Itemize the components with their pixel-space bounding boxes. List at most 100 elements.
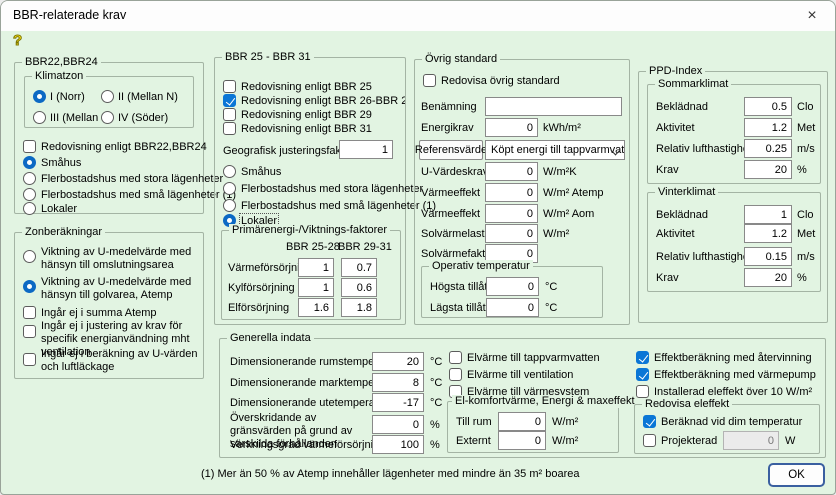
unit-label: m/s — [797, 143, 815, 156]
vinter-lufthastighet-input[interactable]: 0.15 — [744, 247, 792, 266]
chevron-down-icon — [611, 147, 619, 155]
checkbox-redovisning-bbr31[interactable] — [223, 122, 236, 135]
checkbox-label: Projekterad — [661, 435, 717, 448]
radio-klimatzon-4[interactable] — [101, 111, 114, 124]
radio-viktning-golvarea[interactable] — [23, 280, 36, 293]
panel-title: Operativ temperatur — [429, 260, 533, 273]
checkbox-ingar-ej-berakning[interactable] — [23, 353, 36, 366]
checkbox-ingar-ej-justering[interactable] — [23, 325, 36, 338]
panel-bbr22-bbr24: BBR22,BBR24 Klimatzon I (Norr) II (Mella… — [14, 62, 204, 214]
panel-sommarklimat: Sommarklimat Beklädnad 0.5 Clo Aktivitet… — [647, 84, 821, 184]
checkbox-effekt-atervinning[interactable] — [636, 351, 649, 364]
externt-input[interactable]: 0 — [498, 431, 546, 450]
geografisk-justeringsfaktor-input[interactable]: 1 — [339, 140, 393, 159]
projekterad-input[interactable]: 0 — [723, 431, 779, 450]
unit-label: Met — [797, 122, 815, 135]
radio-flerbostadshus-stora[interactable] — [223, 182, 236, 195]
hogsta-tillatna-input[interactable]: 0 — [486, 277, 539, 296]
row-label: Aktivitet — [656, 122, 695, 135]
vinter-aktivitet-input[interactable]: 1.2 — [744, 224, 792, 243]
unit-label: W — [785, 435, 795, 448]
radio-flerbostadshus-sma[interactable] — [23, 188, 36, 201]
sommar-krav-input[interactable]: 20 — [744, 160, 792, 179]
close-icon[interactable]: × — [789, 1, 835, 31]
marktemperatur-input[interactable]: 8 — [372, 373, 424, 392]
dialog-title: BBR-relaterade krav — [13, 8, 126, 22]
checkbox-label: Elvärme till tappvarmvatten — [467, 352, 600, 365]
verkningsgrad-input[interactable]: 100 — [372, 435, 424, 454]
row-label: Elförsörjning — [228, 302, 289, 315]
varmeforsorjning-bbr2528-input[interactable]: 1 — [298, 258, 334, 277]
elforsorjning-bbr2931-input[interactable]: 1.8 — [341, 298, 377, 317]
vinter-bekladnad-input[interactable]: 1 — [744, 205, 792, 224]
panel-title: Övrig standard — [422, 53, 500, 66]
unit-label: Clo — [797, 209, 814, 222]
unit-label: Met — [797, 228, 815, 241]
row-label: Aktivitet — [656, 228, 695, 241]
column-header: BBR 25-28 — [286, 241, 340, 254]
radio-label: Viktning av U-medelvärde med hänsyn till… — [41, 276, 196, 302]
radio-klimatzon-2[interactable] — [101, 90, 114, 103]
radio-label: Viktning av U-medelvärde med hänsyn till… — [41, 246, 196, 272]
checkbox-projekterad[interactable] — [643, 434, 656, 447]
column-header: BBR 29-31 — [338, 241, 392, 254]
radio-flerbostadshus-sma[interactable] — [223, 199, 236, 212]
row-label: Kylförsörjning — [228, 282, 295, 295]
elforsorjning-bbr2528-input[interactable]: 1.6 — [298, 298, 334, 317]
row-label: Relativ lufthastighet — [656, 143, 752, 156]
checkbox-label: Redovisa övrig standard — [441, 75, 560, 88]
radio-smahus[interactable] — [223, 165, 236, 178]
radio-klimatzon-1[interactable] — [33, 90, 46, 103]
solvarmelast-input[interactable]: 0 — [485, 224, 538, 243]
field-label: Energikrav — [421, 122, 474, 135]
row-label: Krav — [656, 164, 679, 177]
radio-flerbostadshus-stora[interactable] — [23, 172, 36, 185]
sommar-lufthastighet-input[interactable]: 0.25 — [744, 139, 792, 158]
unit-label: % — [797, 164, 807, 177]
sommar-aktivitet-input[interactable]: 1.2 — [744, 118, 792, 137]
radio-label: II (Mellan N) — [118, 91, 178, 104]
checkbox-redovisning-bbr26-28[interactable] — [223, 94, 236, 107]
till-rum-input[interactable]: 0 — [498, 412, 546, 431]
unit-label: W/m²K — [543, 166, 577, 179]
checkbox-ingar-ej-summa-atemp[interactable] — [23, 306, 36, 319]
checkbox-redovisning-bbr22[interactable] — [23, 140, 36, 153]
ok-button[interactable]: OK — [768, 463, 825, 487]
checkbox-label: Redovisning enligt BBR 26-BBR 28 — [241, 95, 405, 108]
referensvarde-combobox[interactable]: Köpt energi till tappvarmvatten — [485, 140, 625, 160]
benamning-input[interactable] — [485, 97, 622, 116]
panel-title: Klimatzon — [32, 70, 86, 83]
checkbox-label: Ingår ej i beräkning av U-värden och luf… — [41, 348, 199, 374]
rumstemperatur-input[interactable]: 20 — [372, 352, 424, 371]
help-icon[interactable]: ? — [13, 32, 22, 49]
varmeforsorjning-bbr2931-input[interactable]: 0.7 — [341, 258, 377, 277]
referensvarde-button[interactable]: Referensvärde — [419, 140, 483, 160]
lagsta-tillatna-input[interactable]: 0 — [486, 298, 539, 317]
checkbox-elvarme-tappvarmvatten[interactable] — [449, 351, 462, 364]
checkbox-redovisning-bbr29[interactable] — [223, 108, 236, 121]
checkbox-beraknad-dim-temperatur[interactable] — [643, 415, 656, 428]
checkbox-label: Elvärme till ventilation — [467, 369, 573, 382]
checkbox-redovisning-bbr25[interactable] — [223, 80, 236, 93]
radio-smahus[interactable] — [23, 156, 36, 169]
checkbox-label: Redovisning enligt BBR 29 — [241, 109, 372, 122]
checkbox-redovisa-ovrig[interactable] — [423, 74, 436, 87]
utetemperatur-input[interactable]: -17 — [372, 393, 424, 412]
unit-label: W/m² Atemp — [543, 187, 604, 200]
checkbox-elvarme-ventilation[interactable] — [449, 368, 462, 381]
radio-klimatzon-3[interactable] — [33, 111, 46, 124]
radio-viktning-omslutningsarea[interactable] — [23, 250, 36, 263]
kylforsorjning-bbr2528-input[interactable]: 1 — [298, 278, 334, 297]
radio-lokaler[interactable] — [23, 202, 36, 215]
panel-generella-indata: Generella indata Dimensionerande rumstem… — [219, 338, 826, 458]
checkbox-effekt-varmepump[interactable] — [636, 368, 649, 381]
vinter-krav-input[interactable]: 20 — [744, 268, 792, 287]
sommar-bekladnad-input[interactable]: 0.5 — [744, 97, 792, 116]
kylforsorjning-bbr2931-input[interactable]: 0.6 — [341, 278, 377, 297]
varmeeffekt-aom-input[interactable]: 0 — [485, 204, 538, 223]
checkbox-installerad-eleffekt[interactable] — [636, 385, 649, 398]
overskridande-input[interactable]: 0 — [372, 415, 424, 434]
varmeeffekt-atemp-input[interactable]: 0 — [485, 183, 538, 202]
energikrav-input[interactable]: 0 — [485, 118, 538, 137]
uvardeskrav-input[interactable]: 0 — [485, 162, 538, 181]
